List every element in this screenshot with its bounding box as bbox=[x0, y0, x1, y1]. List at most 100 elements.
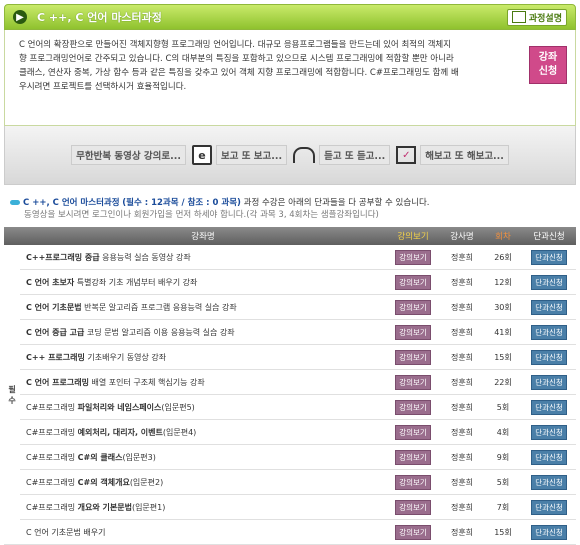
teacher-name: 정훈희 bbox=[440, 494, 484, 520]
register-button[interactable]: 단과신청 bbox=[531, 399, 567, 415]
lecture-prefix: C#프로그래밍 bbox=[26, 477, 78, 487]
play-icon: ▶ bbox=[13, 10, 27, 24]
teacher-name: 정훈희 bbox=[440, 319, 484, 345]
lecture-title[interactable]: C#프로그래밍 파일처리와 네임스페이스(입문편5) bbox=[20, 394, 386, 420]
view-cell: 강의보기 bbox=[386, 419, 440, 445]
view-lecture-button[interactable]: 강의보기 bbox=[395, 524, 431, 540]
course-detail-label: 과정설명 bbox=[528, 13, 562, 24]
view-lecture-button[interactable]: 강의보기 bbox=[395, 349, 431, 365]
step-item: 듣고 또 듣고... bbox=[293, 145, 391, 165]
lecture-desc: (입문편1) bbox=[131, 502, 166, 512]
table-row: C 언어 중급 고급 코딩 문법 알고리즘 이용 응용능력 실습 강좌 강의보기 정… bbox=[4, 319, 576, 345]
lecture-desc: 반복문 알고리즘 프로그램 응용능력 실습 강좌 bbox=[81, 302, 237, 312]
view-lecture-button[interactable]: 강의보기 bbox=[395, 374, 431, 390]
lecture-title[interactable]: C 언어 초보자 특별강좌 기초 개념부터 배우기 강좌 bbox=[20, 269, 386, 295]
register-button[interactable]: 단과신청 bbox=[531, 349, 567, 365]
view-cell: 강의보기 bbox=[386, 344, 440, 370]
lecture-count: 7회 bbox=[484, 494, 522, 520]
table-row: C 언어 프로그래밍 배열 포인터 구조체 핵심기능 강좌 강의보기 정훈희 22회 단… bbox=[4, 369, 576, 395]
view-lecture-button[interactable]: 강의보기 bbox=[395, 299, 431, 315]
table-row: C#프로그래밍 C#의 클래스(입문편3) 강의보기 정훈희 9회 단과신청 bbox=[4, 444, 576, 470]
view-lecture-button[interactable]: 강의보기 bbox=[395, 424, 431, 440]
teacher-name: 정훈희 bbox=[440, 519, 484, 545]
teacher-name: 정훈희 bbox=[440, 344, 484, 370]
view-cell: 강의보기 bbox=[386, 469, 440, 495]
lecture-name: C++프로그래밍 중급 bbox=[26, 252, 100, 262]
lecture-count: 15회 bbox=[484, 344, 522, 370]
lecture-title[interactable]: C 언어 기초문법 반복문 알고리즘 프로그램 응용능력 실습 강좌 bbox=[20, 294, 386, 320]
table-row: C#프로그래밍 예외처리, 대리자, 이벤트(입문편4) 강의보기 정훈희 4회 단과신… bbox=[4, 419, 576, 445]
table-header-row: 강좌명 강의보기 강사명 회차 단과신청 bbox=[4, 227, 576, 245]
reg-cell: 단과신청 bbox=[522, 369, 576, 395]
view-cell: 강의보기 bbox=[386, 319, 440, 345]
register-button[interactable]: 단과신청 bbox=[531, 274, 567, 290]
desc-line: C 언어의 확장판으로 만들어진 객체지향형 프로그래밍 언어입니다. 대규모 … bbox=[19, 40, 452, 50]
course-description: C 언어의 확장판으로 만들어진 객체지향형 프로그래밍 언어입니다. 대규모 … bbox=[4, 30, 576, 126]
lecture-title[interactable]: C#프로그래밍 예외처리, 대리자, 이벤트(입문편4) bbox=[20, 419, 386, 445]
lecture-title[interactable]: C 언어 기초문법 배우기 bbox=[20, 519, 386, 545]
lecture-title[interactable]: C#프로그래밍 개요와 기본문법(입문편1) bbox=[20, 494, 386, 520]
view-lecture-button[interactable]: 강의보기 bbox=[395, 399, 431, 415]
lecture-desc: (입문편2) bbox=[129, 477, 164, 487]
course-detail-button[interactable]: 과정설명 bbox=[506, 8, 567, 26]
info-course: C ++, C 언어 마스터과정 bbox=[23, 198, 120, 208]
teacher-name: 정훈희 bbox=[440, 269, 484, 295]
teacher-name: 정훈희 bbox=[440, 444, 484, 470]
register-button[interactable]: 단과신청 bbox=[531, 299, 567, 315]
reg-cell: 단과신청 bbox=[522, 494, 576, 520]
lecture-title[interactable]: C#프로그래밍 C#의 객체개요(입문편2) bbox=[20, 469, 386, 495]
teacher-name: 정훈희 bbox=[440, 369, 484, 395]
step-item: 무한반복 동영상 강의로... bbox=[71, 145, 186, 165]
reg-cell: 단과신청 bbox=[522, 269, 576, 295]
teacher-name: 정훈희 bbox=[440, 294, 484, 320]
lecture-desc: (입문편3) bbox=[122, 452, 156, 462]
lecture-title[interactable]: C++ 프로그래밍 기초배우기 동영상 강좌 bbox=[20, 344, 386, 370]
view-lecture-button[interactable]: 강의보기 bbox=[395, 324, 431, 340]
header-reg: 단과신청 bbox=[522, 227, 576, 245]
lecture-count: 5회 bbox=[484, 469, 522, 495]
header-view: 강의보기 bbox=[386, 227, 440, 245]
reg-cell: 단과신청 bbox=[522, 419, 576, 445]
lecture-prefix: C 언어 기초문법 배우기 bbox=[26, 527, 106, 537]
lecture-title[interactable]: C 언어 중급 고급 코딩 문법 알고리즘 이용 응용능력 실습 강좌 bbox=[20, 319, 386, 345]
table-row: C 언어 기초문법 배우기 강의보기 정훈희 15회 단과신청 bbox=[4, 519, 576, 545]
view-lecture-button[interactable]: 강의보기 bbox=[395, 249, 431, 265]
lecture-title[interactable]: C#프로그래밍 C#의 클래스(입문편3) bbox=[20, 444, 386, 470]
view-lecture-button[interactable]: 강의보기 bbox=[395, 449, 431, 465]
header-teacher: 강사명 bbox=[440, 227, 484, 245]
teacher-name: 정훈희 bbox=[440, 245, 484, 270]
desc-line: 향 프로그래밍언어로 간주되고 있습니다. C의 대부분의 특징을 포함하고 있… bbox=[19, 54, 454, 64]
learning-steps-bar: 무한반복 동영상 강의로... e 보고 또 보고... 듣고 또 듣고... … bbox=[4, 126, 576, 185]
lecture-title[interactable]: C 언어 프로그래밍 배열 포인터 구조체 핵심기능 강좌 bbox=[20, 369, 386, 395]
lecture-prefix: C#프로그래밍 bbox=[26, 427, 78, 437]
lecture-count: 12회 bbox=[484, 269, 522, 295]
step-item: ✓ 해보고 또 해보고... bbox=[396, 145, 509, 165]
view-lecture-button[interactable]: 강의보기 bbox=[395, 499, 431, 515]
register-button[interactable]: 단과신청 bbox=[531, 524, 567, 540]
lecture-prefix: C#프로그래밍 bbox=[26, 502, 78, 512]
register-button[interactable]: 단과신청 bbox=[531, 249, 567, 265]
register-button[interactable]: 단과신청 bbox=[531, 474, 567, 490]
view-lecture-button[interactable]: 강의보기 bbox=[395, 474, 431, 490]
lecture-name: 개요와 기본문법 bbox=[77, 502, 132, 512]
register-button[interactable]: 단과신청 bbox=[531, 449, 567, 465]
register-button[interactable]: 단과신청 bbox=[531, 499, 567, 515]
register-button[interactable]: 단과신청 bbox=[531, 424, 567, 440]
table-row: C#프로그래밍 C#의 객체개요(입문편2) 강의보기 정훈희 5회 단과신청 bbox=[4, 469, 576, 495]
info-sub: 동영상을 보시려면 로그인이나 회원가입을 먼저 하세야 합니다.(각 과목 3… bbox=[24, 210, 379, 220]
lecture-name: 예외처리, 대리자, 이벤트 bbox=[77, 427, 163, 437]
reg-cell: 단과신청 bbox=[522, 394, 576, 420]
register-button[interactable]: 단과신청 bbox=[531, 324, 567, 340]
view-lecture-button[interactable]: 강의보기 bbox=[395, 274, 431, 290]
lecture-count: 15회 bbox=[484, 519, 522, 545]
view-cell: 강의보기 bbox=[386, 294, 440, 320]
apply-course-button[interactable]: 강좌 신청 bbox=[529, 46, 567, 84]
apply-label-2: 신청 bbox=[538, 66, 558, 77]
course-panel: ▶ C ++, C 언어 마스터과정 과정설명 C 언어의 확장판으로 만들어진… bbox=[4, 4, 576, 545]
lecture-title[interactable]: C++프로그래밍 중급 응용능력 실습 동영상 강좌 bbox=[20, 245, 386, 270]
view-cell: 강의보기 bbox=[386, 245, 440, 270]
view-cell: 강의보기 bbox=[386, 394, 440, 420]
lecture-count: 9회 bbox=[484, 444, 522, 470]
required-label-1: 필 bbox=[8, 384, 16, 394]
register-button[interactable]: 단과신청 bbox=[531, 374, 567, 390]
